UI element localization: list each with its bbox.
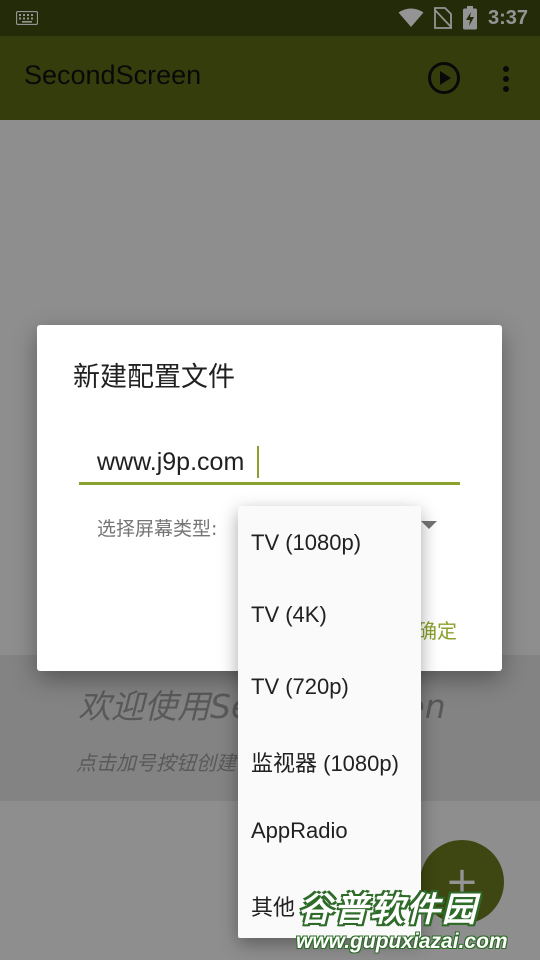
text-cursor	[257, 446, 259, 478]
screen: 3:37 SecondScreen 欢迎使用SecondScreen 点击加号按…	[0, 0, 540, 960]
dialog-title: 新建配置文件	[73, 362, 235, 393]
watermark-logo-text: 谷普软件园	[298, 890, 478, 930]
watermark: 谷普软件园 www.gupuxiazai.com	[296, 882, 540, 960]
screen-type-label: 选择屏幕类型:	[97, 518, 218, 540]
dropdown-option[interactable]: 其他	[251, 890, 295, 922]
profile-name-input[interactable]	[79, 443, 460, 485]
watermark-url: www.gupuxiazai.com	[296, 930, 508, 953]
dropdown-option[interactable]: TV (1080p)	[251, 530, 361, 556]
ok-button[interactable]: 确定	[417, 615, 457, 644]
dropdown-option[interactable]: TV (4K)	[251, 602, 327, 628]
dropdown-arrow-icon[interactable]	[421, 521, 437, 529]
screen-type-dropdown: TV (1080p) TV (4K) TV (720p) 监视器 (1080p)…	[238, 506, 421, 938]
dropdown-option[interactable]: 监视器 (1080p)	[251, 746, 399, 778]
dropdown-option[interactable]: AppRadio	[251, 818, 348, 844]
dropdown-option[interactable]: TV (720p)	[251, 674, 349, 700]
